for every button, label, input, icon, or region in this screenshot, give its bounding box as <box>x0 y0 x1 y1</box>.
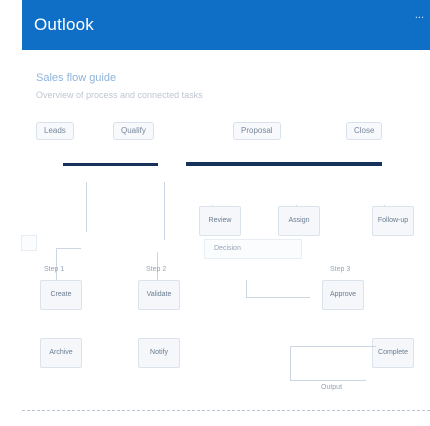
top-app-bar: Outlook ... <box>22 0 430 50</box>
app-brand[interactable]: Outlook <box>34 15 94 35</box>
connector-v1 <box>86 182 87 232</box>
label-step1: Step 1 <box>44 266 65 273</box>
chip-qualify[interactable]: Qualify <box>113 122 154 140</box>
node-complete[interactable]: Complete <box>372 338 414 368</box>
primary-connector-right <box>186 162 382 166</box>
node-validate[interactable]: Validate <box>138 280 180 310</box>
label-step2: Step 2 <box>146 266 167 273</box>
primary-connector-left <box>63 163 158 166</box>
node-follow-up[interactable]: Follow-up <box>372 206 414 236</box>
connector-v2 <box>164 182 165 240</box>
chip-proposal[interactable]: Proposal <box>233 122 281 140</box>
node-review[interactable]: Review <box>199 206 241 236</box>
chip-close[interactable]: Close <box>346 122 383 140</box>
node-create[interactable]: Create <box>40 280 82 310</box>
connector-h1 <box>57 248 81 249</box>
connector-h3 <box>290 346 376 347</box>
bottom-dashed-divider <box>22 410 430 411</box>
page-title: Sales flow guide <box>36 72 117 84</box>
connector-v9 <box>290 346 291 380</box>
label-decision: Decision <box>214 245 241 252</box>
node-archive[interactable]: Archive <box>40 338 82 368</box>
label-output: Output <box>321 384 343 391</box>
left-marker-box <box>21 235 37 251</box>
page-subtitle: Overview of process and connected tasks <box>36 90 203 100</box>
node-notify[interactable]: Notify <box>138 338 180 368</box>
node-approve[interactable]: Approve <box>322 280 364 310</box>
connector-v8 <box>246 280 247 298</box>
label-step3: Step 3 <box>330 266 351 273</box>
top-right-control[interactable]: ... <box>415 9 424 21</box>
chip-leads[interactable]: Leads <box>36 122 74 140</box>
node-assign[interactable]: Assign <box>278 206 320 236</box>
connector-v6 <box>56 248 57 280</box>
connector-h2 <box>246 297 310 298</box>
connector-h4 <box>290 380 366 381</box>
